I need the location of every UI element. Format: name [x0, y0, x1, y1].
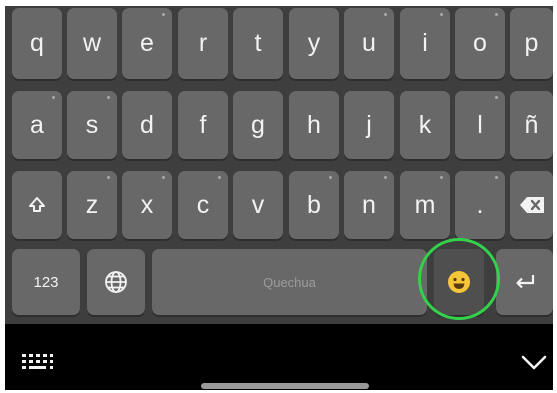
key-label: x	[140, 190, 154, 219]
accent-dot	[107, 96, 110, 99]
key-label: g	[251, 110, 265, 139]
key-u[interactable]: u	[344, 8, 394, 79]
key-k[interactable]: k	[400, 91, 450, 159]
accent-dot	[495, 13, 498, 16]
key-label: q	[30, 29, 44, 57]
key-period[interactable]: .	[455, 171, 505, 239]
emoji-icon	[448, 271, 470, 293]
accent-dot	[162, 13, 165, 16]
key-m[interactable]: m	[400, 171, 450, 239]
accent-dot	[440, 13, 443, 16]
backspace-key[interactable]	[510, 171, 553, 239]
key-b[interactable]: b	[289, 171, 339, 239]
accent-dot	[384, 13, 387, 16]
key-label: w	[82, 29, 102, 57]
key-label: b	[307, 190, 321, 219]
key-label: f	[199, 110, 207, 139]
key-label: p	[524, 29, 539, 57]
key-label: i	[422, 29, 428, 57]
key-label: n	[362, 190, 376, 219]
key-r[interactable]: r	[178, 8, 228, 79]
navigation-bar	[5, 324, 553, 390]
key-x[interactable]: x	[122, 171, 172, 239]
key-label: ñ	[524, 110, 539, 139]
key-e[interactable]: e	[122, 8, 172, 79]
key-label: c	[196, 190, 210, 219]
key-label: j	[366, 110, 372, 139]
key-enye[interactable]: ñ	[510, 91, 553, 159]
enter-key[interactable]	[496, 249, 553, 315]
key-i[interactable]: i	[400, 8, 450, 79]
key-v[interactable]: v	[233, 171, 283, 239]
keyboard-icon[interactable]	[20, 352, 54, 372]
key-label: r	[198, 29, 208, 57]
key-label: d	[140, 110, 154, 139]
accent-dot	[495, 96, 498, 99]
accent-dot	[384, 176, 387, 179]
key-label: t	[254, 29, 262, 57]
space-bar-label: Quechua	[263, 274, 316, 290]
backspace-icon	[519, 197, 544, 213]
accent-dot	[495, 176, 498, 179]
key-f[interactable]: f	[178, 91, 228, 159]
key-s[interactable]: s	[67, 91, 117, 159]
key-d[interactable]: d	[122, 91, 172, 159]
numbers-key-label: 123	[33, 273, 59, 291]
key-label: h	[307, 110, 321, 139]
key-l[interactable]: l	[455, 91, 505, 159]
key-label: e	[140, 29, 154, 57]
key-q[interactable]: q	[12, 8, 62, 79]
shift-key[interactable]	[12, 171, 62, 239]
gesture-handle[interactable]	[201, 383, 369, 389]
key-label: v	[251, 190, 265, 219]
key-label: k	[418, 110, 432, 139]
key-g[interactable]: g	[233, 91, 283, 159]
key-c[interactable]: c	[178, 171, 228, 239]
accent-dot	[162, 176, 165, 179]
accent-dot	[440, 176, 443, 179]
key-label: l	[477, 110, 483, 139]
key-a[interactable]: a	[12, 91, 62, 159]
key-label: s	[85, 110, 99, 139]
key-label: u	[362, 29, 376, 57]
key-j[interactable]: j	[344, 91, 394, 159]
enter-icon	[515, 275, 534, 289]
accent-dot	[107, 176, 110, 179]
key-label: .	[476, 190, 484, 219]
key-n[interactable]: n	[344, 171, 394, 239]
key-w[interactable]: w	[67, 8, 117, 79]
key-y[interactable]: y	[289, 8, 339, 79]
key-label: z	[85, 190, 99, 219]
key-label: a	[30, 110, 44, 139]
chevron-down-icon[interactable]	[520, 350, 548, 374]
key-label: m	[414, 190, 436, 219]
accent-dot	[218, 176, 221, 179]
numbers-key[interactable]: 123	[12, 249, 80, 315]
language-key[interactable]	[87, 249, 145, 315]
space-bar[interactable]: Quechua	[152, 249, 427, 315]
key-label: y	[307, 29, 321, 57]
key-z[interactable]: z	[67, 171, 117, 239]
key-label: o	[473, 29, 487, 57]
globe-icon	[105, 271, 127, 293]
shift-icon	[29, 197, 45, 212]
accent-dot	[329, 176, 332, 179]
key-p[interactable]: p	[510, 8, 553, 79]
key-h[interactable]: h	[289, 91, 339, 159]
accent-dot	[52, 96, 55, 99]
emoji-key[interactable]	[434, 249, 484, 315]
key-o[interactable]: o	[455, 8, 505, 79]
key-t[interactable]: t	[233, 8, 283, 79]
